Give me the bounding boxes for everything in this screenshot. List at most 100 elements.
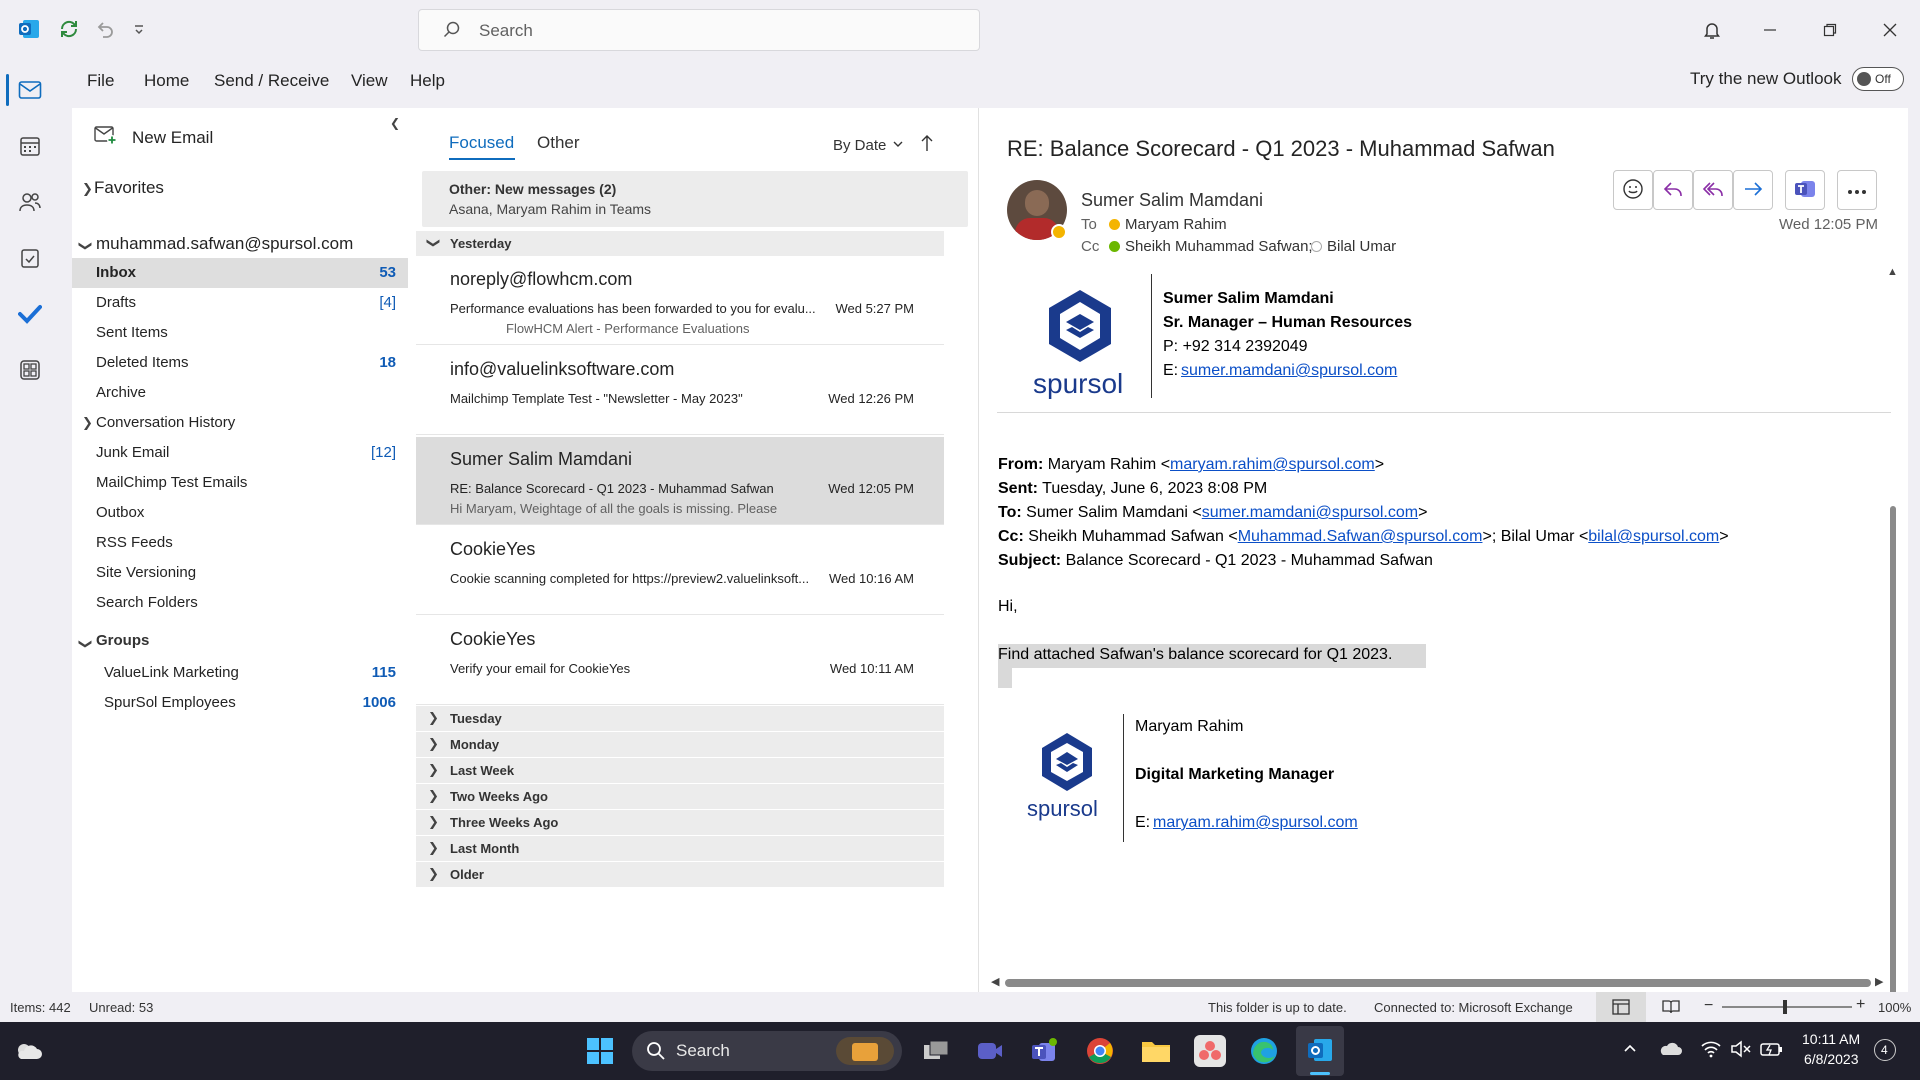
date-group-yesterday[interactable]: ❯ Yesterday [416, 231, 944, 257]
clock-date[interactable]: 6/8/2023 [1804, 1051, 1859, 1067]
message-item[interactable]: noreply@flowhcm.com Performance evaluati… [416, 257, 944, 345]
vertical-scrollbar[interactable]: ▲ ▼ [1887, 266, 1899, 1074]
menu-file[interactable]: File [87, 71, 114, 91]
more-actions-button[interactable] [1837, 170, 1877, 210]
zoom-out-icon[interactable]: − [1704, 997, 1713, 1015]
folder-junk-email[interactable]: Junk Email [12] [72, 438, 408, 468]
groups-heading[interactable]: Groups [96, 632, 149, 649]
date-group-last-week[interactable]: ❯ Last Week [416, 758, 944, 784]
battery-icon[interactable] [1760, 1040, 1784, 1061]
horizontal-scrollbar[interactable]: ◀ ▶ [991, 976, 1887, 988]
folder-search-folders[interactable]: Search Folders [72, 588, 408, 618]
quoted-cc-email-1[interactable]: Muhammad.Safwan@spursol.com [1238, 528, 1483, 545]
chevron-right-icon[interactable]: ❯ [82, 415, 93, 431]
onedrive-icon[interactable] [1658, 1040, 1682, 1059]
scrollbar-thumb[interactable] [1890, 506, 1896, 1066]
more-apps-icon[interactable] [14, 354, 46, 386]
wifi-icon[interactable] [1700, 1040, 1722, 1061]
new-email-icon[interactable] [94, 124, 118, 149]
task-view-icon[interactable] [920, 1035, 952, 1067]
folder-archive[interactable]: Archive [72, 378, 408, 408]
group-spursol-employees[interactable]: SpurSol Employees 1006 [72, 688, 408, 718]
sync-icon[interactable] [56, 16, 82, 42]
folder-conversation-history[interactable]: ❯ Conversation History [72, 408, 408, 438]
quoted-from-email[interactable]: maryam.rahim@spursol.com [1170, 456, 1375, 473]
new-email-button[interactable]: New Email [132, 128, 213, 148]
customize-toolbar-icon[interactable] [126, 16, 152, 42]
folder-rss-feeds[interactable]: RSS Feeds [72, 528, 408, 558]
chevron-right-icon[interactable]: ❯ [82, 181, 93, 197]
date-group-tuesday[interactable]: ❯ Tuesday [416, 706, 944, 732]
recipient-cc-1[interactable]: Sheikh Muhammad Safwan; [1125, 238, 1313, 255]
chevron-down-icon[interactable] [892, 137, 904, 153]
sender-name[interactable]: Sumer Salim Mamdani [1081, 190, 1263, 211]
date-group-older[interactable]: ❯ Older [416, 862, 944, 888]
message-item[interactable]: info@valuelinksoftware.com Mailchimp Tem… [416, 347, 944, 435]
other-messages-banner[interactable]: Other: New messages (2) Asana, Maryam Ra… [422, 171, 968, 227]
account-heading[interactable]: muhammad.safwan@spursol.com [96, 234, 353, 254]
collapse-pane-icon[interactable]: ❮ [390, 116, 400, 130]
chevron-down-icon[interactable]: ❯ [77, 241, 93, 252]
volume-muted-icon[interactable] [1730, 1040, 1752, 1061]
people-icon[interactable] [14, 186, 46, 218]
folder-outbox[interactable]: Outbox [72, 498, 408, 528]
scroll-up-arrow[interactable]: ▲ [1887, 266, 1898, 278]
clock-time[interactable]: 10:11 AM [1802, 1031, 1860, 1047]
menu-view[interactable]: View [351, 71, 388, 91]
date-group-two-weeks-ago[interactable]: ❯ Two Weeks Ago [416, 784, 944, 810]
asana-icon[interactable] [1194, 1035, 1226, 1067]
edge-icon[interactable] [1248, 1035, 1280, 1067]
tasks-icon[interactable] [14, 242, 46, 274]
meet-icon[interactable] [974, 1035, 1006, 1067]
calendar-icon[interactable] [14, 130, 46, 162]
folder-inbox[interactable]: Inbox 53 [72, 258, 408, 288]
sort-dropdown[interactable]: By Date [833, 137, 886, 154]
close-icon[interactable] [1878, 18, 1902, 42]
minimize-icon[interactable] [1758, 18, 1782, 42]
bell-icon[interactable] [1700, 18, 1724, 42]
notification-badge[interactable]: 4 [1874, 1039, 1896, 1061]
taskbar-search[interactable]: Search [632, 1031, 902, 1071]
folder-sent-items[interactable]: Sent Items [72, 318, 408, 348]
date-group-last-month[interactable]: ❯ Last Month [416, 836, 944, 862]
quoted-cc-email-2[interactable]: bilal@spursol.com [1588, 528, 1719, 545]
outlook-taskbar-button[interactable] [1296, 1026, 1344, 1076]
normal-view-button[interactable] [1596, 992, 1646, 1022]
chrome-icon[interactable] [1084, 1035, 1116, 1067]
message-item[interactable]: CookieYes Verify your email for CookieYe… [416, 617, 944, 705]
folder-drafts[interactable]: Drafts [4] [72, 288, 408, 318]
zoom-slider-thumb[interactable] [1783, 1000, 1787, 1014]
signature-email-link[interactable]: maryam.rahim@spursol.com [1153, 814, 1358, 832]
undo-icon[interactable] [92, 16, 118, 42]
menu-help[interactable]: Help [410, 71, 445, 91]
teams-share-button[interactable] [1785, 170, 1825, 210]
scroll-left-arrow[interactable]: ◀ [991, 975, 999, 988]
quoted-to-email[interactable]: sumer.mamdani@spursol.com [1202, 504, 1418, 521]
group-valuelink-marketing[interactable]: ValueLink Marketing 115 [72, 658, 408, 688]
message-item[interactable]: CookieYes Cookie scanning completed for … [416, 527, 944, 615]
tab-other[interactable]: Other [537, 133, 580, 153]
message-item-selected[interactable]: Sumer Salim Mamdani RE: Balance Scorecar… [416, 437, 944, 525]
tab-focused[interactable]: Focused [449, 133, 514, 153]
favorites-heading[interactable]: Favorites [94, 178, 164, 198]
zoom-slider[interactable] [1722, 1000, 1852, 1014]
folder-deleted-items[interactable]: Deleted Items 18 [72, 348, 408, 378]
scrollbar-thumb[interactable] [1005, 979, 1871, 987]
menu-home[interactable]: Home [144, 71, 189, 91]
search-input[interactable]: Search [418, 9, 980, 51]
reply-button[interactable] [1653, 170, 1693, 210]
folder-site-versioning[interactable]: Site Versioning [72, 558, 408, 588]
chevron-up-icon[interactable] [1622, 1040, 1638, 1059]
signature-email-link[interactable]: sumer.mamdani@spursol.com [1181, 362, 1397, 380]
react-button[interactable] [1613, 170, 1653, 210]
todo-icon[interactable] [14, 298, 46, 330]
chevron-down-icon[interactable]: ❯ [77, 639, 93, 650]
reply-all-button[interactable] [1693, 170, 1733, 210]
folder-mailchimp-test-emails[interactable]: MailChimp Test Emails [72, 468, 408, 498]
scroll-right-arrow[interactable]: ▶ [1875, 975, 1883, 988]
date-group-monday[interactable]: ❯ Monday [416, 732, 944, 758]
recipient-to[interactable]: Maryam Rahim [1125, 216, 1227, 233]
zoom-in-icon[interactable]: + [1856, 996, 1865, 1014]
recipient-cc-2[interactable]: Bilal Umar [1327, 238, 1396, 255]
mail-icon[interactable] [14, 74, 46, 106]
